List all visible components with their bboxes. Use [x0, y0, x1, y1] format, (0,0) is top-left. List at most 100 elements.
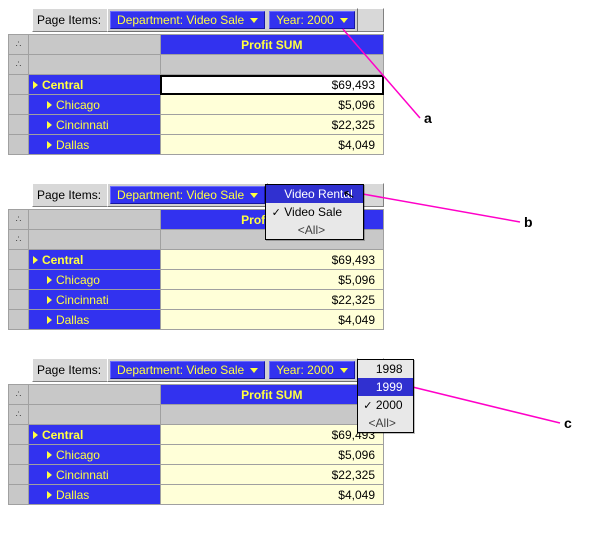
- data-cell[interactable]: $5,096: [160, 270, 383, 290]
- row-header[interactable]: Dallas: [28, 310, 160, 330]
- row-stub: [9, 270, 29, 290]
- table-row: Chicago $5,096: [9, 445, 384, 465]
- page-items-group: Department: Video Sale: [107, 183, 268, 207]
- row-label: Cincinnati: [56, 118, 109, 132]
- expand-icon[interactable]: [33, 431, 38, 439]
- menu-item-label: Video Sale: [284, 205, 342, 219]
- column-header[interactable]: Profit SUM: [160, 385, 383, 405]
- row-stub: [9, 465, 29, 485]
- annotation-c: c: [564, 415, 572, 431]
- row-handle[interactable]: ∴: [9, 405, 29, 425]
- expand-icon[interactable]: [47, 101, 52, 109]
- menu-item-label: 2000: [376, 398, 403, 412]
- page-items-bar: Page Items: Department: Video Sale Year:…: [32, 8, 384, 32]
- expand-icon[interactable]: [47, 451, 52, 459]
- dept-page-item[interactable]: Department: Video Sale: [110, 361, 265, 379]
- row-header[interactable]: Chicago: [28, 445, 160, 465]
- data-cell[interactable]: $5,096: [160, 95, 383, 115]
- row-stub: [9, 75, 29, 95]
- table-row: Cincinnati$22,325: [9, 290, 384, 310]
- expand-icon[interactable]: [47, 121, 52, 129]
- page-items-label: Page Items:: [33, 188, 107, 202]
- year-page-item[interactable]: Year: 2000: [269, 361, 355, 379]
- data-cell[interactable]: $69,493: [160, 75, 383, 95]
- row-header[interactable]: Central: [28, 250, 160, 270]
- row-handle[interactable]: ∴: [9, 55, 29, 75]
- dropdown-icon: [250, 18, 258, 23]
- data-cell[interactable]: $4,049: [160, 310, 383, 330]
- menu-item[interactable]: 1999: [358, 378, 413, 396]
- row-header[interactable]: Cincinnati: [28, 465, 160, 485]
- menu-item[interactable]: ✓Video Sale: [266, 203, 363, 221]
- data-cell[interactable]: $69,493: [160, 425, 383, 445]
- row-stub: [9, 445, 29, 465]
- header-gap: [160, 405, 383, 425]
- menu-item[interactable]: 1998: [358, 360, 413, 378]
- data-cell[interactable]: $22,325: [160, 290, 383, 310]
- corner-handle[interactable]: ∴: [9, 35, 29, 55]
- year-caption: Year: 2000: [276, 13, 334, 27]
- corner-handle[interactable]: ∴: [9, 210, 29, 230]
- panel-b: Page Items: Department: Video Sale ∴Prof…: [8, 183, 584, 330]
- menu-item[interactable]: ✓2000: [358, 396, 413, 414]
- dept-page-item[interactable]: Department: Video Sale: [110, 11, 265, 29]
- row-header[interactable]: Dallas: [28, 135, 160, 155]
- row-header[interactable]: Chicago: [28, 270, 160, 290]
- expand-icon[interactable]: [33, 256, 38, 264]
- row-stub: [9, 425, 29, 445]
- data-cell[interactable]: $5,096: [160, 445, 383, 465]
- column-header[interactable]: Profit SUM: [160, 35, 383, 55]
- year-caption: Year: 2000: [276, 363, 334, 377]
- row-label: Central: [42, 253, 83, 267]
- table-row: Dallas $4,049: [9, 310, 384, 330]
- dept-page-item[interactable]: Department: Video Sale: [110, 186, 265, 204]
- page-items-label: Page Items:: [33, 13, 107, 27]
- table-row: Dallas $4,049: [9, 485, 384, 505]
- expand-icon[interactable]: [47, 471, 52, 479]
- data-cell[interactable]: $22,325: [160, 465, 383, 485]
- menu-item-all[interactable]: <All>: [358, 414, 413, 432]
- row-label: Chicago: [56, 448, 100, 462]
- table-row: Central$69,493: [9, 425, 384, 445]
- row-header[interactable]: Central: [28, 425, 160, 445]
- row-label: Central: [42, 78, 83, 92]
- dept-dropdown-menu: Video Rental✓Video Sale <All>: [265, 184, 364, 240]
- data-cell[interactable]: $4,049: [160, 485, 383, 505]
- year-page-item[interactable]: Year: 2000: [269, 11, 355, 29]
- dept-caption: Department: Video Sale: [117, 13, 244, 27]
- expand-icon[interactable]: [47, 141, 52, 149]
- row-label: Dallas: [56, 313, 89, 327]
- expand-icon[interactable]: [47, 276, 52, 284]
- row-label: Dallas: [56, 488, 89, 502]
- header-gap: [28, 385, 160, 405]
- table-row: Chicago$5,096: [9, 95, 384, 115]
- row-stub: [9, 310, 29, 330]
- year-dropdown-menu: 19981999✓2000<All>: [357, 359, 414, 433]
- data-cell[interactable]: $4,049: [160, 135, 383, 155]
- menu-item-label: <All>: [298, 223, 325, 237]
- expand-icon[interactable]: [47, 316, 52, 324]
- dept-caption: Department: Video Sale: [117, 363, 244, 377]
- menu-item-all[interactable]: <All>: [266, 221, 363, 239]
- page-items-group: Department: Video Sale Year: 2000: [107, 8, 358, 32]
- row-header[interactable]: Cincinnati: [28, 290, 160, 310]
- row-header[interactable]: Cincinnati: [28, 115, 160, 135]
- dropdown-icon: [250, 368, 258, 373]
- row-stub: [9, 115, 29, 135]
- data-cell[interactable]: $69,493: [160, 250, 383, 270]
- header-gap: [160, 55, 383, 75]
- menu-item[interactable]: Video Rental: [266, 185, 363, 203]
- table-row: Dallas$4,049: [9, 135, 384, 155]
- table-row: Cincinnati $22,325: [9, 115, 384, 135]
- corner-handle[interactable]: ∴: [9, 385, 29, 405]
- expand-icon[interactable]: [33, 81, 38, 89]
- panel-a: Page Items: Department: Video Sale Year:…: [8, 8, 584, 155]
- data-cell[interactable]: $22,325: [160, 115, 383, 135]
- check-icon: ✓: [362, 399, 374, 412]
- row-header[interactable]: Dallas: [28, 485, 160, 505]
- expand-icon[interactable]: [47, 491, 52, 499]
- row-header[interactable]: Chicago: [28, 95, 160, 115]
- row-header[interactable]: Central: [28, 75, 160, 95]
- row-handle[interactable]: ∴: [9, 230, 29, 250]
- expand-icon[interactable]: [47, 296, 52, 304]
